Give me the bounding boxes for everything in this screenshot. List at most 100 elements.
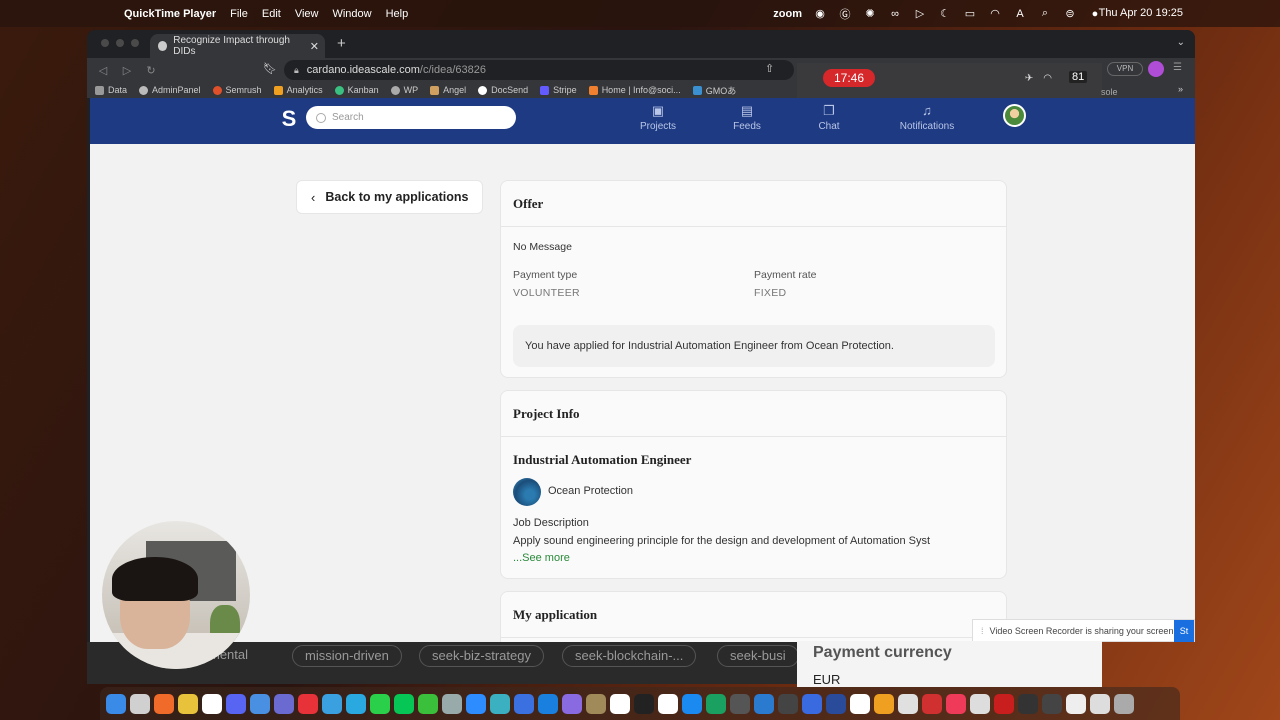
moon-icon[interactable]: ☾ [938,7,952,21]
app-icon[interactable] [562,693,582,714]
bookmark-item[interactable]: Semrush [212,85,262,95]
nav-projects[interactable]: ▣ Projects [623,101,693,132]
telegram-icon[interactable] [346,693,366,714]
app-store-icon[interactable] [682,693,702,714]
extension-icon[interactable] [1148,61,1164,77]
safari-icon[interactable] [322,693,342,714]
wifi-icon[interactable]: ◠ [988,7,1002,21]
glasses-icon[interactable]: ∞ [888,7,902,21]
app-icon[interactable] [1090,693,1110,714]
calendar-icon[interactable] [658,693,678,714]
bookmark-item[interactable]: Angel [430,85,466,95]
share-icon[interactable]: ⇧ [765,62,774,75]
app-icon[interactable] [778,693,798,714]
browser-tab[interactable]: Recognize Impact through DIDs ✕ [150,34,325,58]
app-icon[interactable] [610,693,630,714]
tab-search-icon[interactable]: ⌄ [1177,37,1185,48]
more-bookmarks-icon[interactable]: » [1178,84,1183,94]
forward-icon[interactable]: ▷ [115,64,139,77]
bookmark-item[interactable]: GMOあ [692,84,736,97]
bookmark-item[interactable]: DocSend [478,85,528,95]
brave-icon[interactable] [154,693,174,714]
zoom-window-button[interactable] [131,39,139,47]
menu-window[interactable]: Window [332,8,371,20]
app-icon[interactable] [586,693,606,714]
app-menu[interactable]: QuickTime Player [124,8,216,20]
nav-feeds[interactable]: ▤ Feeds [712,101,782,132]
bookmark-item[interactable]: Stripe [540,85,577,95]
app-icon[interactable] [490,693,510,714]
address-bar[interactable]: 🔒︎ cardano.ideascale.com/c/idea/63826 [284,60,794,80]
line-icon[interactable] [394,693,414,714]
app-icon[interactable] [850,693,870,714]
vpn-badge[interactable]: VPN [1107,62,1143,76]
bookmark-item[interactable]: Data [95,85,127,95]
app-icon[interactable] [274,693,294,714]
vscode-icon[interactable] [754,693,774,714]
bookmark-item[interactable]: Kanban [334,85,379,95]
battery-icon[interactable]: ▭ [963,7,977,21]
browser-menu-icon[interactable]: ☰ [1173,62,1182,73]
back-icon[interactable]: ◁ [91,64,115,77]
trash-icon[interactable] [1114,693,1134,714]
drag-handle-icon[interactable]: ⁞ [981,626,984,636]
close-tab-icon[interactable]: ✕ [310,40,319,53]
menu-edit[interactable]: Edit [262,8,281,20]
app-icon[interactable] [922,693,942,714]
app-icon[interactable] [298,693,318,714]
finder-icon[interactable] [106,693,126,714]
new-tab-icon[interactable]: + [337,35,346,52]
bookmark-item[interactable]: Home | Info@soci... [588,85,681,95]
app-icon[interactable] [802,693,822,714]
app-icon[interactable] [970,693,990,714]
play-icon[interactable]: ▷ [913,7,927,21]
input-source-icon[interactable]: A [1013,7,1027,21]
grammarly-icon[interactable]: Ⓖ [838,7,852,21]
discord-icon[interactable] [226,693,246,714]
books-icon[interactable] [874,693,894,714]
back-to-applications-button[interactable]: ‹ Back to my applications [296,180,483,214]
music-icon[interactable] [946,693,966,714]
app-icon[interactable] [1042,693,1062,714]
bookmark-item[interactable]: WP [390,85,418,95]
menu-file[interactable]: File [230,8,248,20]
launchpad-icon[interactable] [130,693,150,714]
app-icon[interactable] [514,693,534,714]
close-window-button[interactable] [101,39,109,47]
app-icon[interactable] [1066,693,1086,714]
app-icon[interactable] [706,693,726,714]
see-more-link[interactable]: ...See more [513,552,570,564]
reload-icon[interactable]: ↻ [139,64,163,77]
control-center-icon[interactable]: ⊜ [1063,7,1077,21]
search-input[interactable]: Search [306,106,516,129]
chrome-icon[interactable] [250,693,270,714]
messages-icon[interactable] [418,693,438,714]
menu-view[interactable]: View [295,8,319,20]
acrobat-icon[interactable] [994,693,1014,714]
ideascale-logo-icon[interactable]: S [278,106,300,132]
organization-name[interactable]: Ocean Protection [548,485,633,497]
app-icon[interactable] [730,693,750,714]
minimize-window-button[interactable] [116,39,124,47]
avatar[interactable] [1003,104,1026,127]
nav-notifications[interactable]: ♫ Notifications [892,101,962,132]
bookmark-icon[interactable]: 🔖︎ [263,62,277,75]
terminal-icon[interactable] [1018,693,1038,714]
menu-help[interactable]: Help [386,8,409,20]
app-icon[interactable] [898,693,918,714]
bitwarden-icon[interactable] [826,693,846,714]
app-icon[interactable] [442,693,462,714]
nav-chat[interactable]: ❐ Chat [794,101,864,132]
app-icon[interactable] [538,693,558,714]
search-icon[interactable]: ⌕ [1038,7,1052,21]
notion-icon[interactable] [202,693,222,714]
bookmark-item[interactable]: Analytics [273,85,323,95]
play-circle-icon[interactable]: ◉ [813,7,827,21]
app-icon[interactable] [634,693,654,714]
slack-icon[interactable] [178,693,198,714]
zoom-status[interactable]: zoom [773,8,802,20]
whatsapp-icon[interactable] [370,693,390,714]
zoom-icon[interactable] [466,693,486,714]
clock[interactable]: Thu Apr 20 19:25 [1099,7,1183,19]
stop-sharing-button[interactable]: St [1174,620,1194,642]
